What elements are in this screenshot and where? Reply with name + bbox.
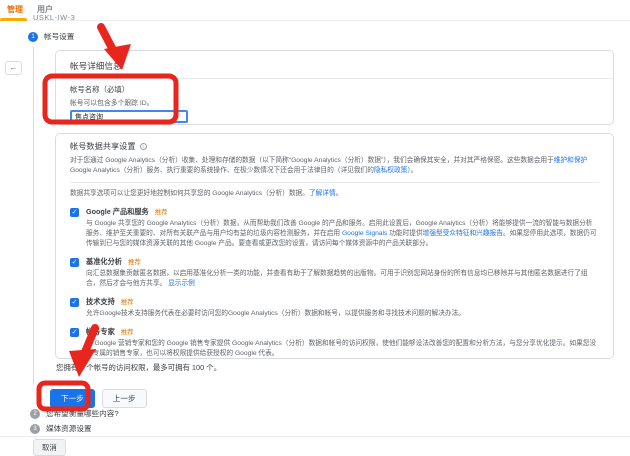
section-divider (70, 182, 599, 183)
recommended-badge: 推荐 (155, 209, 168, 216)
data-sharing-card: 帐号数据共享设置 i 对于您通过 Google Analytics（分析）收集、… (55, 133, 614, 359)
checkbox-account-specialists[interactable] (70, 328, 79, 337)
recommended-badge: 推荐 (121, 299, 134, 306)
data-sharing-control-text: 数据共享选项可以让您更好地控制如何共享您的 Google Analytics（分… (70, 189, 599, 199)
step-3-label: 媒体资源设置 (46, 423, 92, 434)
active-tab-underline (0, 18, 27, 21)
account-details-title: 帐号详细信息 (56, 51, 613, 78)
data-sharing-title: 帐号数据共享设置 (70, 140, 136, 152)
tab-admin[interactable]: 管理 (7, 4, 23, 15)
checkbox-row-account-specialists: 帐号专家 推荐 向 Google 营销专家和您的 Google 销售专家提供 G… (70, 327, 599, 359)
top-tab-bar: 管理 用户 (0, 0, 630, 21)
checkbox-row-products-services: Google 产品和服务 推荐 与 Google 共享您的 Google Ana… (70, 207, 599, 249)
checkbox-row-benchmarking: 基准化分析 推荐 向汇总数据集贡献匿名数据，以启用基准化分析一类的功能，并查看有… (70, 257, 599, 289)
inline-link[interactable]: 隐私权政策 (374, 167, 407, 174)
checkbox-description: 与 Google 共享您的 Google Analytics（分析）数据，从而帮… (86, 219, 599, 249)
step-3-property-setup: 3 媒体资源设置 (30, 423, 92, 434)
checkbox-benchmarking[interactable] (70, 258, 79, 267)
account-details-card: 帐号详细信息 帐号名称（必填） 帐号可以包含多个跟踪 ID。 (55, 50, 614, 125)
cancel-button[interactable]: 取消 (33, 439, 66, 456)
checkbox-label: 技术支持 (86, 297, 115, 306)
checkbox-label: 基准化分析 (86, 257, 122, 266)
inline-link[interactable]: Google Signals (342, 230, 387, 237)
checkbox-products-services[interactable] (70, 208, 79, 217)
account-access-note: 您拥有 4 个帐号的访问权限，最多可拥有 100 个。 (56, 362, 221, 373)
step-2-what-to-measure: 2 您希望衡量哪些内容? (30, 408, 119, 419)
collapse-arrow-icon: ← (10, 63, 18, 72)
inline-link[interactable]: 增强型受众特征和兴趣报告 (423, 230, 503, 237)
next-button[interactable]: 下一步 (50, 389, 95, 408)
checkbox-label: 帐号专家 (86, 327, 115, 336)
step-2-label: 您希望衡量哪些内容? (46, 408, 119, 419)
stepper-connector-line (33, 47, 34, 384)
header-code: USKL-IW-3 (33, 13, 75, 22)
checkbox-description: 向 Google 营销专家和您的 Google 销售专家提供 Google An… (86, 339, 599, 359)
info-icon[interactable]: i (140, 143, 147, 150)
data-sharing-intro: 对于您通过 Google Analytics（分析）收集、处理和存储的数据（以下… (70, 156, 599, 176)
inline-link[interactable]: 维护和保护 (554, 157, 587, 164)
previous-button[interactable]: 上一步 (102, 389, 147, 408)
step-1-label: 帐号设置 (44, 31, 74, 42)
bottom-divider (0, 436, 630, 437)
recommended-badge: 推荐 (128, 259, 141, 266)
ga-admin-create-account-page: 管理 用户 USKL-IW-3 ← 1 帐号设置 帐号详细信息 帐号名称（必填）… (0, 0, 630, 451)
account-name-label: 帐号名称（必填） (70, 84, 599, 95)
step-1-circle: 1 (28, 32, 38, 42)
wizard-button-row: 下一步 上一步 (50, 389, 147, 408)
step-1-account-setup: 1 帐号设置 (28, 31, 74, 42)
account-name-block: 帐号名称（必填） 帐号可以包含多个跟踪 ID。 (56, 79, 613, 128)
checkbox-row-tech-support: 技术支持 推荐 允许Google技术支持服务代表在必要时访问您的Google A… (70, 297, 599, 319)
recommended-badge: 推荐 (121, 329, 134, 336)
step-3-circle: 3 (30, 424, 40, 434)
account-name-hint: 帐号可以包含多个跟踪 ID。 (70, 97, 599, 107)
step-2-circle: 2 (30, 409, 40, 419)
collapse-panel-button[interactable]: ← (5, 61, 22, 75)
checkbox-description: 允许Google技术支持服务代表在必要时访问您的Google Analytics… (86, 309, 599, 319)
checkbox-tech-support[interactable] (70, 298, 79, 307)
checkbox-description: 向汇总数据集贡献匿名数据，以启用基准化分析一类的功能，并查看有助于了解数据趋势的… (86, 269, 599, 289)
inline-link[interactable]: 显示示例 (168, 280, 195, 287)
inline-link[interactable]: 了解详情。 (309, 190, 342, 197)
account-name-input[interactable] (70, 110, 188, 123)
checkbox-label: Google 产品和服务 (86, 207, 149, 216)
